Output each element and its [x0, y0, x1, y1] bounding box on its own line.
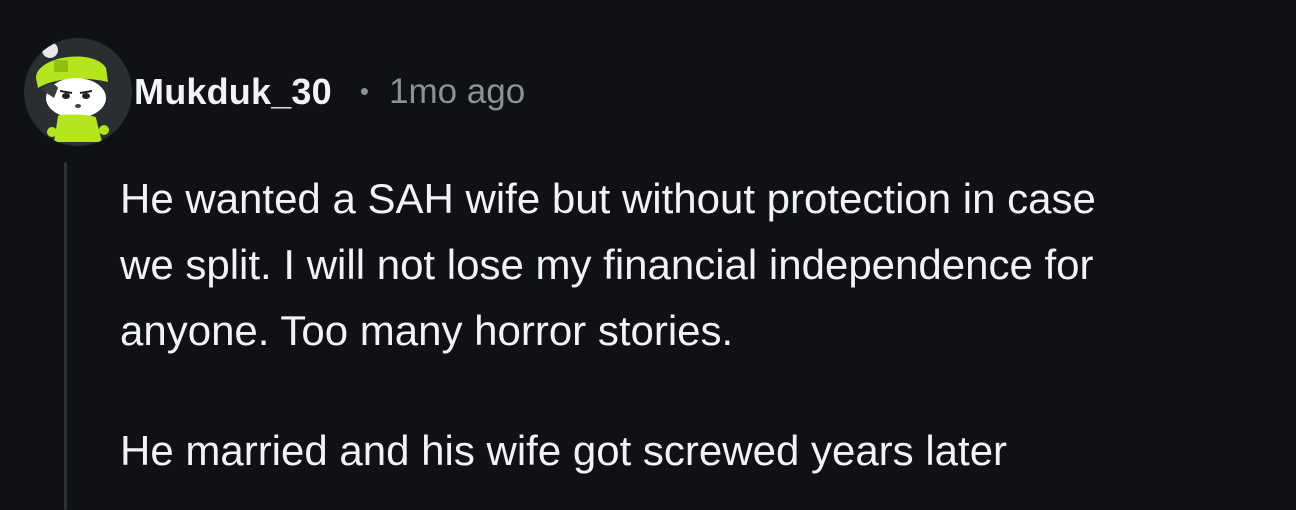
snoo-avatar-icon — [36, 42, 109, 142]
timestamp[interactable]: 1mo ago — [389, 72, 525, 112]
comment-paragraph-1: He wanted a SAH wife but without protect… — [120, 175, 1096, 354]
comment-body: He wanted a SAH wife but without protect… — [120, 166, 1280, 484]
comment-header: Mukduk_30 • 1mo ago — [134, 66, 525, 118]
separator-dot: • — [359, 75, 369, 106]
avatar[interactable] — [24, 38, 132, 146]
thread-line[interactable] — [64, 162, 67, 510]
comment-paragraph-2: He married and his wife got screwed year… — [120, 427, 1008, 474]
username-link[interactable]: Mukduk_30 — [134, 71, 332, 113]
comment: Mukduk_30 • 1mo ago He wanted a SAH wife… — [0, 0, 1296, 510]
